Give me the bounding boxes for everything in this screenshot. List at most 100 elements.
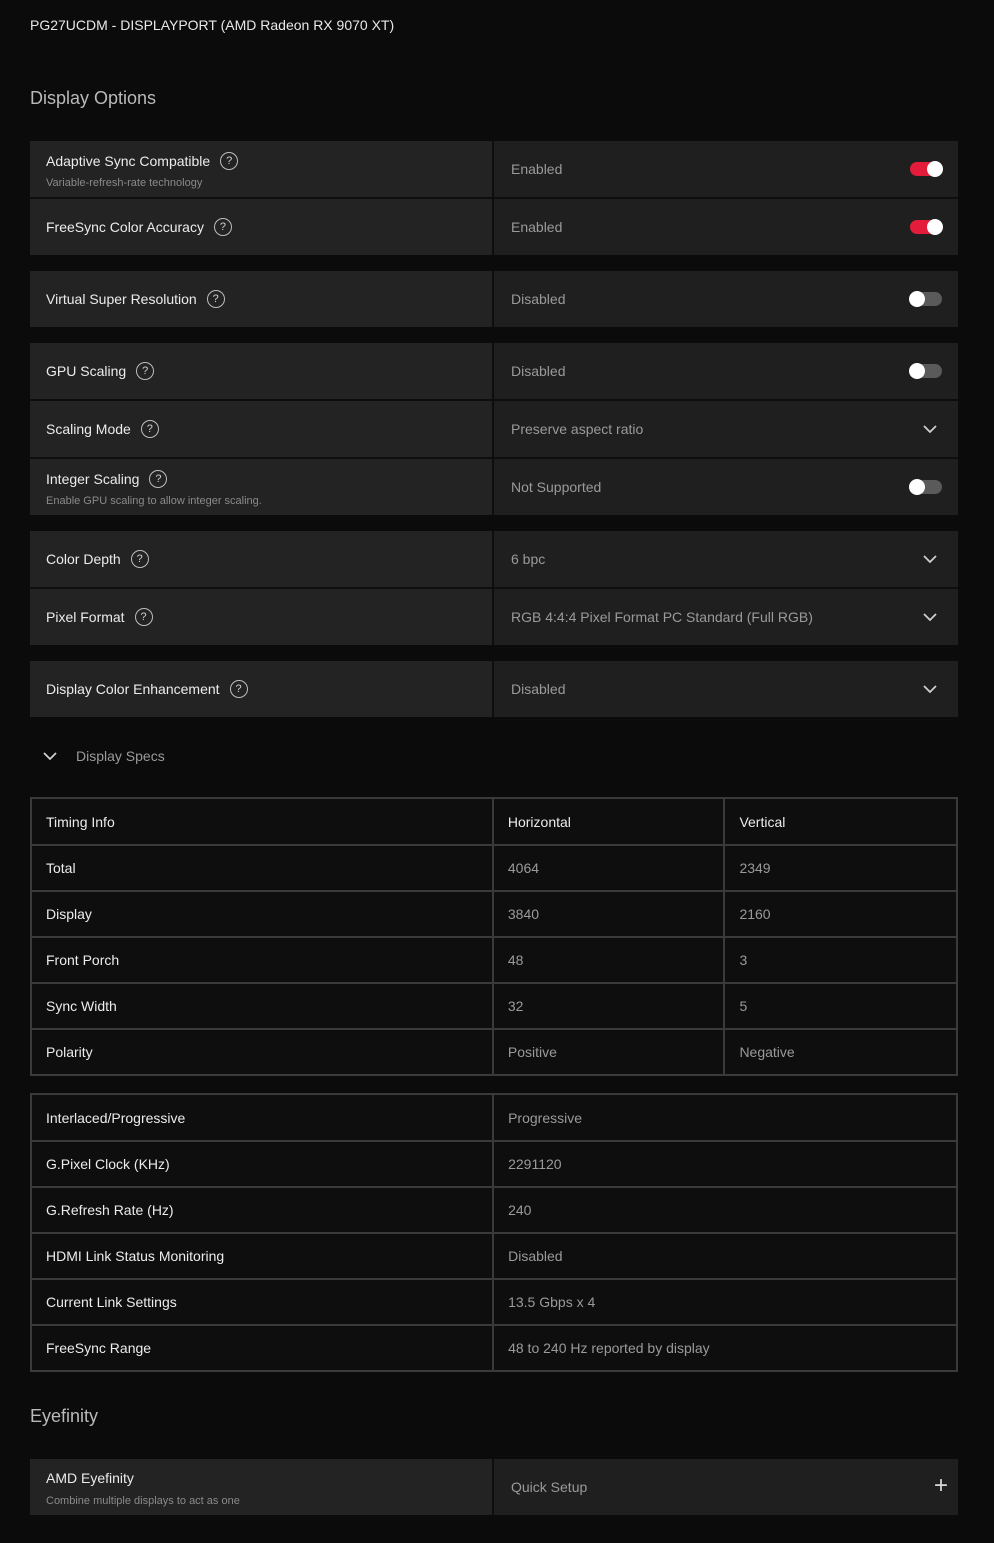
scaling-mode-value: Preserve aspect ratio (511, 421, 644, 437)
table-cell: Polarity (30, 1028, 494, 1076)
page-title: PG27UCDM - DISPLAYPORT (AMD Radeon RX 90… (30, 17, 395, 33)
chevron-down-icon (43, 752, 57, 761)
table-header: Timing Info (30, 797, 494, 846)
table-row: Display 3840 2160 (30, 890, 958, 938)
table-cell: 2349 (723, 844, 958, 892)
table-cell: Disabled (492, 1232, 958, 1280)
freesync-color-label: FreeSync Color Accuracy (46, 219, 204, 235)
table-row: Front Porch 48 3 (30, 936, 958, 984)
vsr-value: Disabled (511, 291, 566, 307)
table-cell: Display (30, 890, 494, 938)
scaling-mode-row[interactable]: Scaling Mode ? Preserve aspect ratio (30, 399, 958, 457)
integer-scaling-subtitle: Enable GPU scaling to allow integer scal… (46, 495, 262, 507)
quick-setup-button[interactable]: Quick Setup + (494, 1459, 958, 1515)
help-icon[interactable]: ? (229, 680, 248, 698)
table-cell: Front Porch (30, 936, 494, 984)
help-icon[interactable]: ? (136, 362, 155, 380)
freesync-color-value: Enabled (511, 219, 563, 235)
table-cell: 48 to 240 Hz reported by display (492, 1324, 958, 1372)
adaptive-sync-subtitle: Variable-refresh-rate technology (46, 177, 203, 189)
table-cell: 2160 (723, 890, 958, 938)
table-row: Sync Width 32 5 (30, 982, 958, 1030)
table-row: FreeSync Range 48 to 240 Hz reported by … (29, 1324, 958, 1372)
adaptive-sync-row: Adaptive Sync Compatible ? Variable-refr… (30, 141, 958, 197)
gpu-scaling-row: GPU Scaling ? Disabled (30, 343, 958, 399)
pixel-format-value: RGB 4:4:4 Pixel Format PC Standard (Full… (511, 609, 813, 625)
integer-scaling-toggle[interactable] (909, 479, 942, 495)
chevron-down-icon (923, 555, 937, 564)
color-depth-value: 6 bpc (511, 551, 546, 567)
table-cell: G.Refresh Rate (Hz) (29, 1186, 495, 1234)
color-depth-label: Color Depth (46, 551, 121, 567)
integer-scaling-label: Integer Scaling (46, 471, 140, 487)
scaling-mode-label: Scaling Mode (46, 421, 131, 437)
color-enhancement-value: Disabled (511, 681, 566, 697)
table-cell: Positive (491, 1028, 726, 1076)
vsr-row: Virtual Super Resolution ? Disabled (30, 271, 958, 327)
pixel-format-row[interactable]: Pixel Format ? RGB 4:4:4 Pixel Format PC… (30, 587, 958, 645)
table-cell: 2291120 (492, 1140, 958, 1188)
help-icon[interactable]: ? (206, 290, 225, 308)
eyefinity-row: AMD Eyefinity Combine multiple displays … (30, 1459, 958, 1515)
integer-scaling-value: Not Supported (511, 479, 602, 495)
scaling-group: GPU Scaling ? Disabled Scaling Mode ? Pr… (30, 343, 958, 515)
help-icon[interactable]: ? (213, 218, 232, 236)
color-depth-dropdown[interactable]: 6 bpc (494, 531, 958, 587)
table-cell: Negative (723, 1028, 958, 1076)
chevron-down-icon (923, 685, 937, 694)
table-row: Interlaced/Progressive Progressive (29, 1093, 958, 1142)
table-cell: 3840 (491, 890, 726, 938)
plus-icon: + (933, 1472, 948, 1499)
table-row: Current Link Settings 13.5 Gbps x 4 (29, 1278, 958, 1326)
table-cell: Interlaced/Progressive (29, 1093, 495, 1142)
table-cell: Sync Width (30, 982, 494, 1030)
display-specs-expander[interactable]: Display Specs (42, 748, 165, 764)
table-cell: 240 (492, 1186, 958, 1234)
color-enhancement-row[interactable]: Display Color Enhancement ? Disabled (30, 661, 958, 717)
vsr-toggle[interactable] (909, 291, 942, 307)
color-depth-row[interactable]: Color Depth ? 6 bpc (30, 531, 958, 587)
freesync-color-row: FreeSync Color Accuracy ? Enabled (30, 197, 958, 255)
timing-table: Timing Info Horizontal Vertical Total 40… (30, 797, 958, 1076)
table-cell: G.Pixel Clock (KHz) (29, 1140, 495, 1188)
table-cell: 48 (491, 936, 726, 984)
color-enhancement-label: Display Color Enhancement (46, 681, 220, 697)
help-icon[interactable]: ? (140, 420, 159, 438)
integer-scaling-row: Integer Scaling ? Enable GPU scaling to … (30, 457, 958, 515)
adaptive-sync-label-wrap: Adaptive Sync Compatible ? (46, 152, 239, 170)
table-header: Horizontal (491, 797, 726, 846)
scaling-mode-dropdown[interactable]: Preserve aspect ratio (494, 401, 958, 457)
adaptive-sync-value: Enabled (511, 161, 563, 177)
display-specs-label: Display Specs (76, 748, 165, 764)
table-row: G.Pixel Clock (KHz) 2291120 (29, 1140, 958, 1188)
table-row: Polarity Positive Negative (30, 1028, 958, 1076)
eyefinity-group: AMD Eyefinity Combine multiple displays … (30, 1459, 958, 1515)
table-header: Vertical (723, 797, 958, 846)
help-icon[interactable]: ? (134, 608, 153, 626)
color-enhancement-dropdown[interactable]: Disabled (494, 661, 958, 717)
color-group: Color Depth ? 6 bpc Pixel Format ? RGB 4… (30, 531, 958, 645)
adaptive-sync-toggle[interactable] (910, 161, 943, 177)
table-cell: Total (30, 844, 494, 892)
eyefinity-heading: Eyefinity (30, 1406, 99, 1426)
table-cell: Progressive (492, 1093, 958, 1142)
help-icon[interactable]: ? (130, 550, 149, 568)
help-icon[interactable]: ? (149, 470, 168, 488)
gpu-scaling-toggle[interactable] (909, 363, 942, 379)
freesync-color-toggle[interactable] (910, 219, 943, 235)
eyefinity-label: AMD Eyefinity (46, 1470, 134, 1486)
pixel-format-label: Pixel Format (46, 609, 125, 625)
pixel-format-dropdown[interactable]: RGB 4:4:4 Pixel Format PC Standard (Full… (494, 589, 958, 645)
table-cell: HDMI Link Status Monitoring (29, 1232, 495, 1280)
quick-setup-label: Quick Setup (511, 1479, 588, 1495)
table-header-row: Timing Info Horizontal Vertical (30, 797, 958, 846)
table-row: G.Refresh Rate (Hz) 240 (29, 1186, 958, 1234)
enhancement-group: Display Color Enhancement ? Disabled (30, 661, 958, 717)
table-cell: 3 (723, 936, 958, 984)
gpu-scaling-label: GPU Scaling (46, 363, 127, 379)
table-cell: 13.5 Gbps x 4 (492, 1278, 958, 1326)
table-cell: 5 (723, 982, 958, 1030)
help-icon[interactable]: ? (220, 152, 239, 170)
table-cell: FreeSync Range (29, 1324, 495, 1372)
vsr-label: Virtual Super Resolution (46, 291, 197, 307)
